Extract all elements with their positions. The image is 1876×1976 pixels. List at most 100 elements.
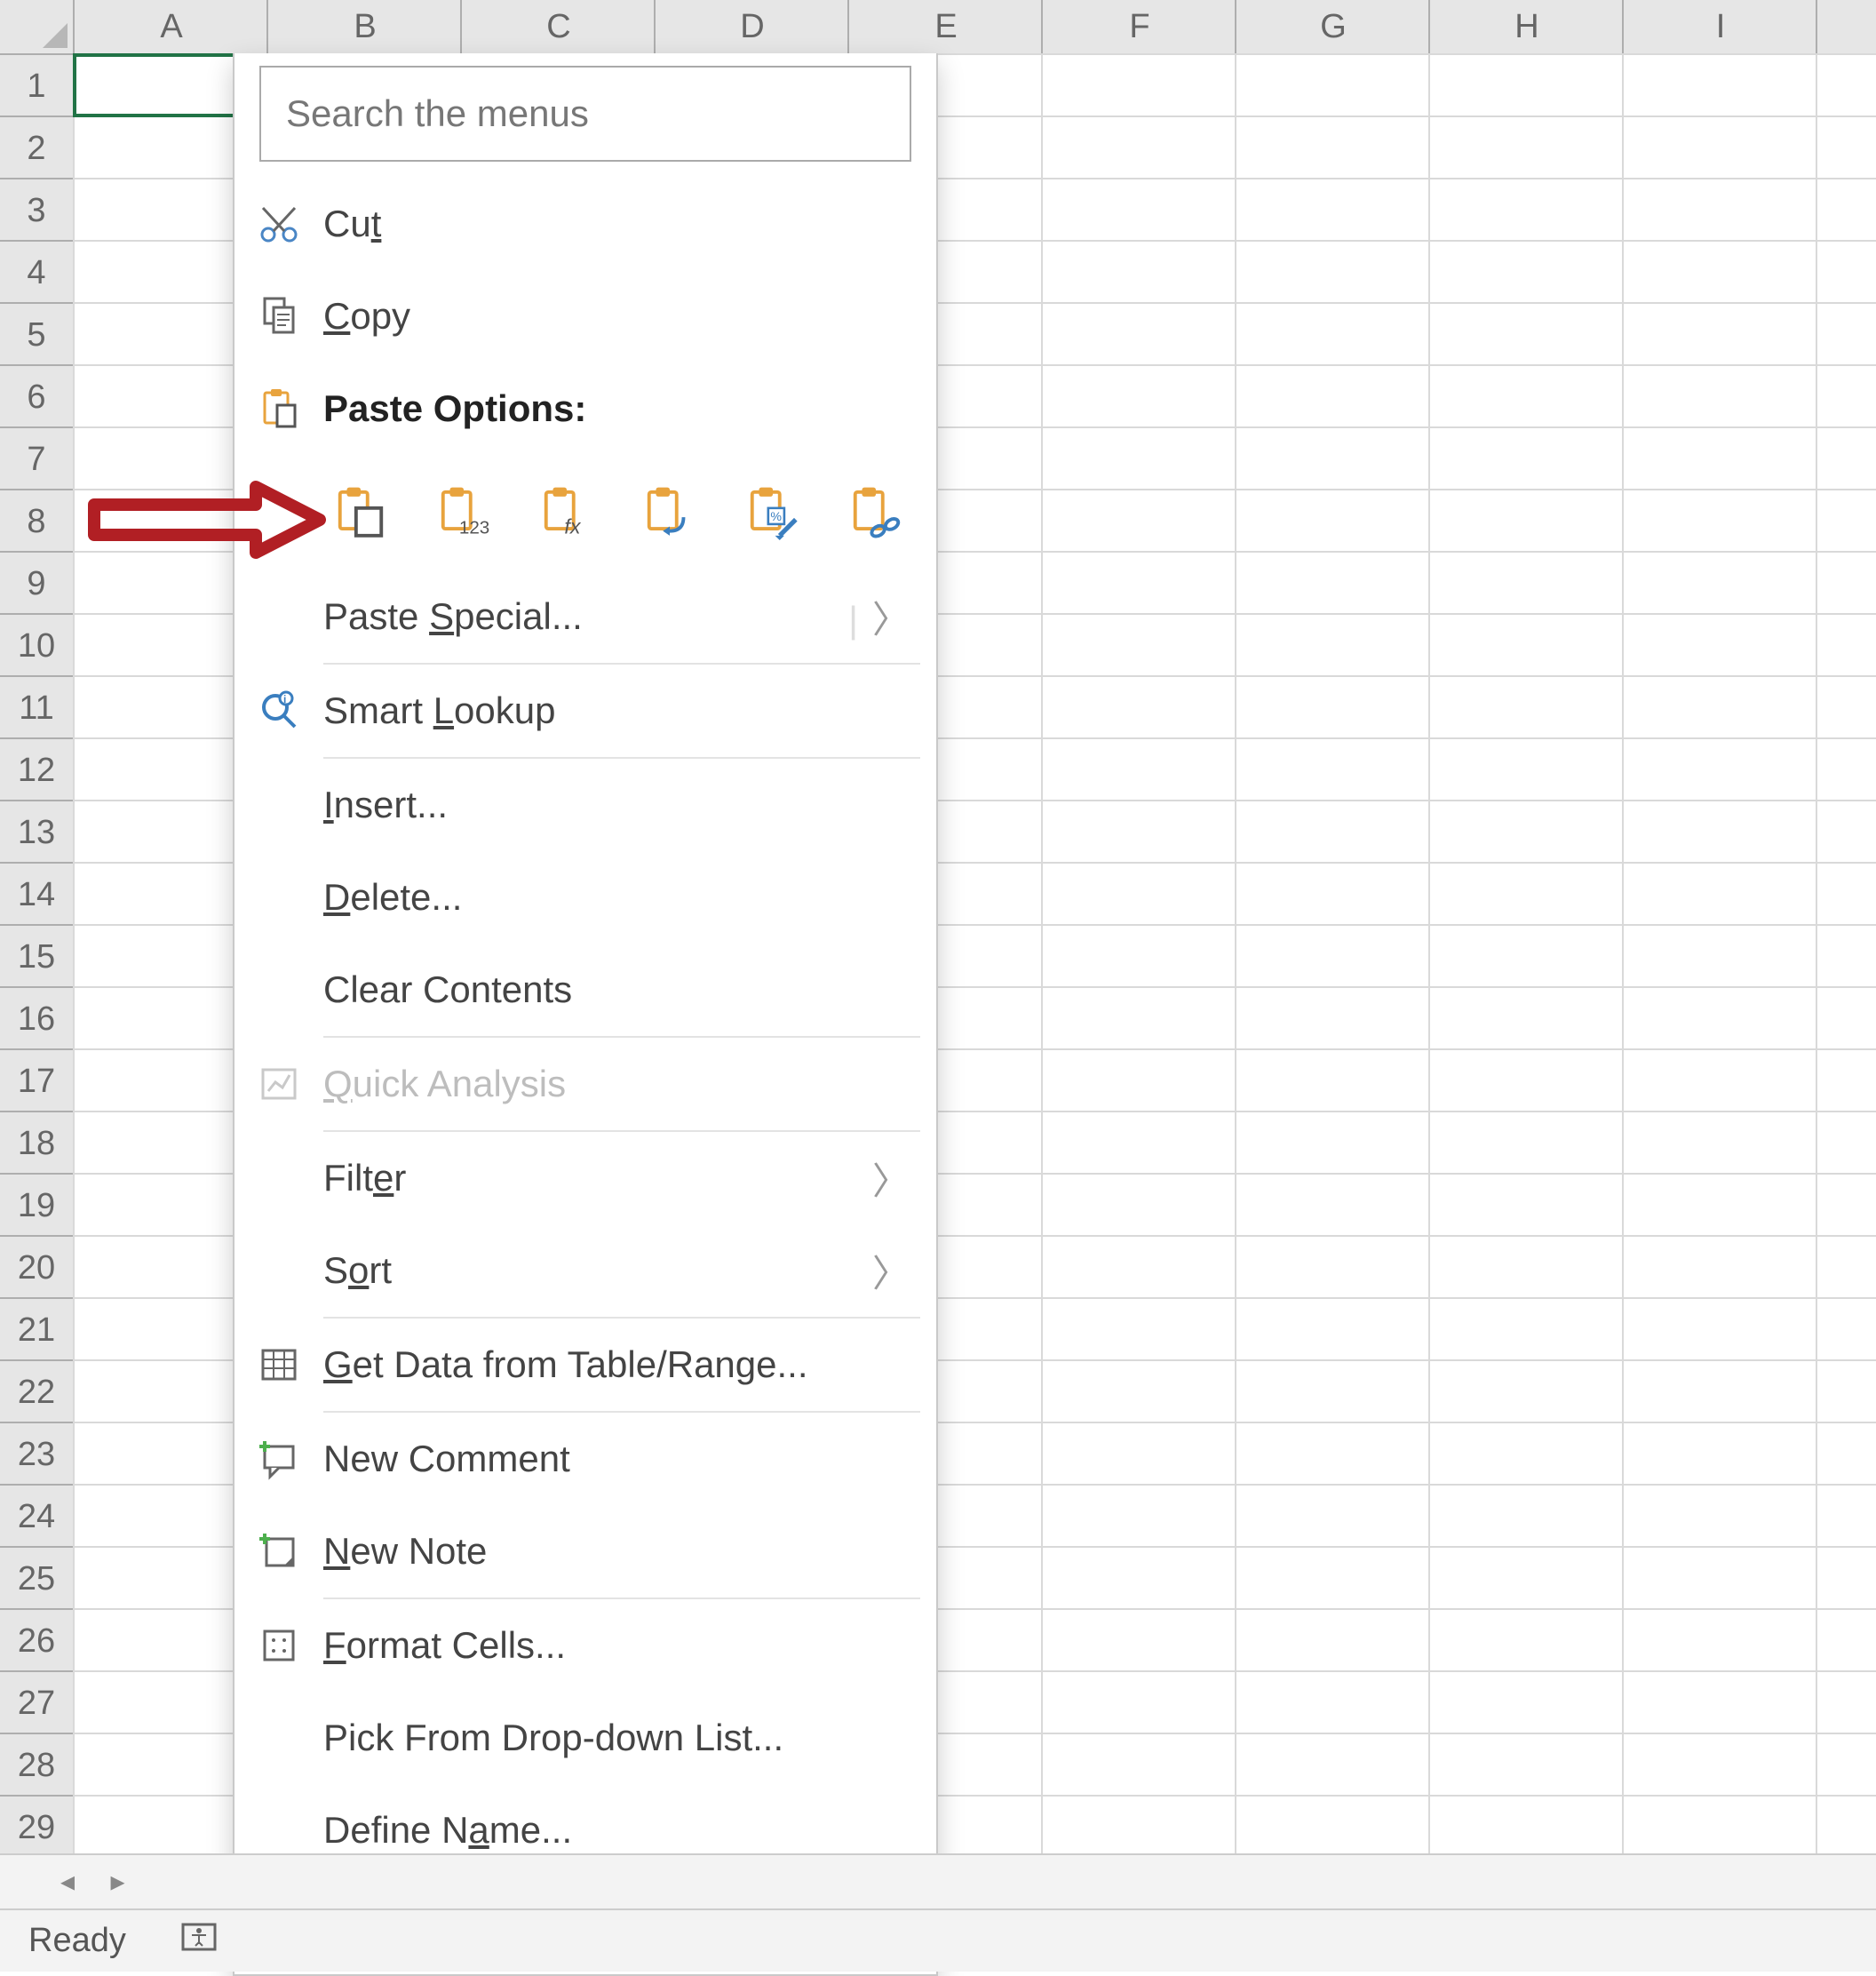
cell[interactable]	[1041, 675, 1236, 739]
cell[interactable]	[1041, 302, 1236, 366]
cell[interactable]	[1428, 1670, 1624, 1734]
cell[interactable]	[1816, 862, 1876, 926]
cell[interactable]	[1816, 1111, 1876, 1175]
row-header-10[interactable]: 10	[0, 613, 75, 677]
sheet-tab-nav[interactable]: ◂ ▸	[0, 1853, 1876, 1910]
cell[interactable]	[1235, 178, 1430, 242]
row-header-28[interactable]: 28	[0, 1733, 75, 1797]
cell[interactable]	[1816, 1297, 1876, 1361]
cell[interactable]	[1428, 1608, 1624, 1672]
cell[interactable]	[1428, 1173, 1624, 1237]
cell[interactable]	[1622, 737, 1817, 801]
cell[interactable]	[1041, 1422, 1236, 1486]
cell[interactable]	[1428, 1359, 1624, 1423]
row-header-9[interactable]: 9	[0, 551, 75, 615]
cell[interactable]	[1622, 1297, 1817, 1361]
row-header-8[interactable]: 8	[0, 489, 75, 553]
cell[interactable]	[1622, 862, 1817, 926]
menu-delete[interactable]: Delete...	[234, 851, 936, 944]
cell[interactable]	[1816, 1795, 1876, 1859]
menu-copy[interactable]: Copy	[234, 270, 936, 363]
cell[interactable]	[1235, 986, 1430, 1050]
column-header-B[interactable]: B	[266, 0, 462, 55]
cell[interactable]	[1041, 924, 1236, 988]
menu-sort[interactable]: Sort〉	[234, 1224, 936, 1317]
cell[interactable]	[1816, 116, 1876, 179]
cell[interactable]	[1622, 1422, 1817, 1486]
cell[interactable]	[1428, 551, 1624, 615]
cell[interactable]	[1235, 924, 1430, 988]
cell[interactable]	[1041, 1670, 1236, 1734]
cell[interactable]	[1428, 178, 1624, 242]
cell[interactable]	[1816, 426, 1876, 490]
cell[interactable]	[1622, 1484, 1817, 1548]
cell[interactable]	[1428, 1297, 1624, 1361]
cell[interactable]	[1816, 489, 1876, 553]
cell[interactable]	[1622, 240, 1817, 304]
cell[interactable]	[1041, 1608, 1236, 1672]
cell[interactable]	[1235, 551, 1430, 615]
paste-values-icon[interactable]: 123	[426, 475, 501, 550]
cell[interactable]	[1235, 1359, 1430, 1423]
cell[interactable]	[1235, 53, 1430, 117]
row-header-6[interactable]: 6	[0, 364, 75, 428]
column-header-E[interactable]: E	[847, 0, 1043, 55]
cell[interactable]	[1816, 53, 1876, 117]
cell[interactable]	[1428, 1111, 1624, 1175]
cell[interactable]	[1235, 1484, 1430, 1548]
cell[interactable]	[1622, 675, 1817, 739]
cell[interactable]	[1235, 1733, 1430, 1797]
cell[interactable]	[1041, 489, 1236, 553]
cell[interactable]	[1428, 489, 1624, 553]
cell[interactable]	[1622, 1546, 1817, 1610]
cell[interactable]	[1235, 1297, 1430, 1361]
cell[interactable]	[1622, 1173, 1817, 1237]
menu-pick-list[interactable]: Pick From Drop-down List...	[234, 1692, 936, 1784]
cell[interactable]	[1428, 800, 1624, 864]
column-header-F[interactable]: F	[1041, 0, 1236, 55]
menu-format-cells[interactable]: Format Cells...	[234, 1599, 936, 1692]
cell[interactable]	[1622, 364, 1817, 428]
cell[interactable]	[1622, 489, 1817, 553]
cell[interactable]	[1816, 1359, 1876, 1423]
cell[interactable]	[1235, 862, 1430, 926]
cell[interactable]	[1816, 1235, 1876, 1299]
cell[interactable]	[1816, 1173, 1876, 1237]
cell[interactable]	[1816, 240, 1876, 304]
row-header-4[interactable]: 4	[0, 240, 75, 304]
cell[interactable]	[1428, 613, 1624, 677]
cell[interactable]	[1428, 986, 1624, 1050]
paste-formulas-icon[interactable]: fx	[529, 475, 604, 550]
cell[interactable]	[1816, 613, 1876, 677]
row-header-24[interactable]: 24	[0, 1484, 75, 1548]
cell[interactable]	[1428, 1048, 1624, 1112]
cell[interactable]	[1041, 1111, 1236, 1175]
cell[interactable]	[1816, 924, 1876, 988]
cell[interactable]	[1622, 1733, 1817, 1797]
row-header-11[interactable]: 11	[0, 675, 75, 739]
cell[interactable]	[1235, 302, 1430, 366]
cell[interactable]	[1428, 426, 1624, 490]
cell[interactable]	[1428, 302, 1624, 366]
cell[interactable]	[1041, 551, 1236, 615]
cell[interactable]	[1622, 924, 1817, 988]
cell[interactable]	[1041, 1048, 1236, 1112]
cell[interactable]	[1622, 613, 1817, 677]
column-header-H[interactable]: H	[1428, 0, 1624, 55]
menu-insert[interactable]: Insert...	[234, 759, 936, 851]
cell[interactable]	[1816, 1484, 1876, 1548]
cell[interactable]	[1622, 1359, 1817, 1423]
paste-link-icon[interactable]	[839, 475, 913, 550]
cell[interactable]	[1041, 737, 1236, 801]
row-header-21[interactable]: 21	[0, 1297, 75, 1361]
row-header-12[interactable]: 12	[0, 737, 75, 801]
cell[interactable]	[1428, 53, 1624, 117]
cell[interactable]	[1428, 1235, 1624, 1299]
cell[interactable]	[1622, 800, 1817, 864]
cell[interactable]	[1041, 53, 1236, 117]
prev-sheet-icon[interactable]: ◂	[44, 1864, 91, 1898]
row-header-25[interactable]: 25	[0, 1546, 75, 1610]
cell[interactable]	[1816, 675, 1876, 739]
select-all-corner[interactable]	[0, 0, 75, 55]
cell[interactable]	[1235, 675, 1430, 739]
